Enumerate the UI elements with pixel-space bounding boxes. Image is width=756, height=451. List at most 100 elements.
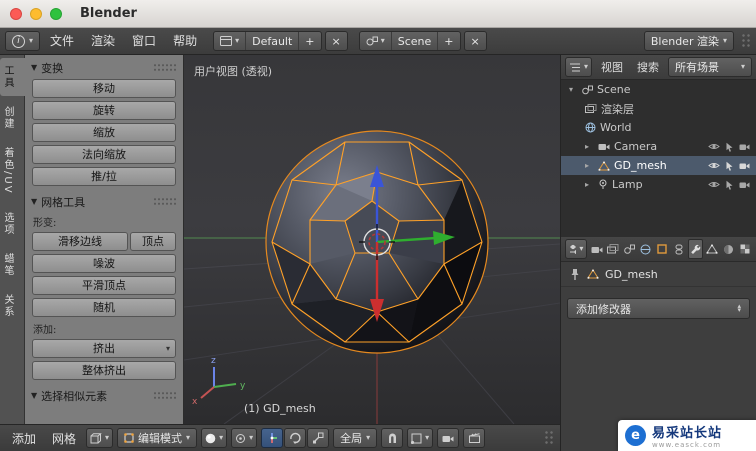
outliner-editor-type-button[interactable]: ▾ (565, 57, 593, 77)
scale-button[interactable]: 缩放 (32, 123, 176, 142)
tree-closed-icon[interactable]: ▸ (585, 161, 594, 170)
tab-material[interactable] (721, 239, 735, 259)
tree-open-icon[interactable]: ▾ (569, 85, 578, 94)
menu-window[interactable]: 窗口 (125, 32, 163, 51)
scene-add-button[interactable]: + (437, 32, 459, 50)
cursor-select-icon[interactable] (725, 142, 734, 152)
tab-grease-pencil[interactable]: 蜡笔 (0, 246, 25, 284)
header-corner-grip[interactable] (544, 430, 554, 446)
render-restrict-icon[interactable] (739, 143, 750, 151)
tab-scene[interactable] (622, 239, 636, 259)
noise-button[interactable]: 噪波 (32, 254, 176, 273)
manipulator-toggle-group (261, 428, 330, 448)
chevron-down-icon: ▾ (366, 433, 371, 442)
outliner-item-label: GD_mesh (614, 159, 667, 172)
viewport-editor-type-button[interactable]: ▾ (86, 428, 114, 448)
tab-tools[interactable]: 工具 (0, 58, 25, 96)
scene-browse-button[interactable]: ▾ (360, 32, 391, 50)
tab-object[interactable] (655, 239, 669, 259)
close-window-button[interactable] (10, 7, 22, 20)
render-restrict-icon[interactable] (739, 181, 750, 189)
3d-viewport[interactable]: z y x 用户视图 (透视) (1) GD_mesh (184, 55, 560, 424)
cursor-select-icon[interactable] (725, 161, 734, 171)
render-engine-dropdown[interactable]: Blender 渲染 ▾ (643, 31, 734, 51)
menu-render[interactable]: 渲染 (84, 32, 122, 51)
pin-icon[interactable] (568, 268, 581, 281)
tab-texture[interactable] (738, 239, 752, 259)
outliner-row-gd-mesh[interactable]: ▸ GD_mesh (561, 156, 756, 175)
scene-name[interactable]: Scene (390, 32, 438, 50)
panel-drag-grip[interactable] (153, 63, 177, 72)
screen-layout-name[interactable]: Default (245, 32, 298, 50)
outliner-view-menu[interactable]: 视图 (596, 59, 628, 75)
mesh-menu[interactable]: 网格 (46, 430, 82, 447)
extrude-individual-button[interactable]: 整体挤出 (32, 361, 176, 380)
shrink-fatten-button[interactable]: 法向缩放 (32, 145, 176, 164)
tab-render[interactable] (589, 239, 603, 259)
properties-editor-type-button[interactable]: ▾ (565, 239, 588, 259)
tab-options[interactable]: 选项 (0, 205, 25, 243)
panel-drag-grip[interactable] (153, 391, 177, 400)
breadcrumb-object-name[interactable]: GD_mesh (605, 268, 658, 281)
manipulator-scale-button[interactable] (307, 428, 330, 448)
manipulator-translate-button[interactable] (261, 428, 284, 448)
minimize-window-button[interactable] (30, 7, 42, 20)
scene-delete-button[interactable]: × (463, 31, 487, 51)
eye-icon[interactable] (708, 142, 720, 151)
translate-button[interactable]: 移动 (32, 79, 176, 98)
add-menu[interactable]: 添加 (6, 430, 42, 447)
snap-toggle-button[interactable] (381, 428, 404, 448)
add-modifier-dropdown[interactable]: 添加修改器 ▴ ▾ (567, 298, 750, 319)
tree-closed-icon[interactable]: ▸ (585, 180, 594, 189)
select-similar-panel-header[interactable]: ▼ 选择相似元素 (31, 387, 177, 404)
eye-icon[interactable] (708, 180, 720, 189)
tab-render-layers[interactable] (606, 239, 620, 259)
outliner-row-lamp[interactable]: ▸ Lamp (561, 175, 756, 194)
tab-constraints[interactable] (672, 239, 686, 259)
transform-orientation-dropdown[interactable]: 全局 ▾ (333, 428, 378, 448)
push-pull-button[interactable]: 推/拉 (32, 167, 176, 186)
outliner-search-menu[interactable]: 搜索 (632, 59, 664, 75)
tab-modifiers[interactable] (687, 239, 703, 259)
outliner-row-world[interactable]: World (561, 118, 756, 137)
menu-file[interactable]: 文件 (43, 32, 81, 51)
screen-layout-delete-button[interactable]: × (324, 31, 348, 51)
render-restrict-icon[interactable] (739, 162, 750, 170)
manipulator-rotate-button[interactable] (284, 428, 307, 448)
info-editor-type-button[interactable]: i ▾ (5, 31, 41, 51)
viewport-canvas[interactable]: z y x (184, 55, 560, 424)
tab-object-data[interactable] (705, 239, 719, 259)
vertex-slide-button[interactable]: 顶点 (130, 232, 176, 251)
randomize-button[interactable]: 随机 (32, 298, 176, 317)
screen-layout-add-button[interactable]: + (298, 32, 320, 50)
viewport-shading-dropdown[interactable]: ▾ (201, 428, 228, 448)
outliner-row-scene[interactable]: ▾ Scene (561, 80, 756, 99)
mesh-tools-panel-header[interactable]: ▼ 网格工具 (31, 193, 177, 210)
menu-help[interactable]: 帮助 (166, 32, 204, 51)
edge-slide-button[interactable]: 滑移边线 (32, 232, 128, 251)
outliner-row-renderlayers[interactable]: 渲染层 (561, 99, 756, 118)
outliner-scope-dropdown[interactable]: 所有场景 ▾ (668, 57, 752, 77)
rotate-button[interactable]: 旋转 (32, 101, 176, 120)
snap-element-dropdown[interactable]: ▾ (407, 428, 434, 448)
transform-panel-header[interactable]: ▼ 变换 (31, 59, 177, 76)
pivot-point-dropdown[interactable]: ▾ (231, 428, 258, 448)
eye-icon[interactable] (708, 161, 720, 170)
opengl-render-button[interactable] (437, 428, 460, 448)
mode-dropdown[interactable]: 编辑模式 ▾ (117, 428, 198, 448)
cursor-select-icon[interactable] (725, 180, 734, 190)
tab-create[interactable]: 创建 (0, 99, 25, 137)
outliner-row-camera[interactable]: ▸ Camera (561, 137, 756, 156)
screen-layout-browse-button[interactable]: ▾ (214, 32, 245, 50)
opengl-render-anim-button[interactable] (463, 428, 486, 448)
extrude-button[interactable]: 挤出 ▾ (32, 339, 176, 358)
tab-world[interactable] (639, 239, 653, 259)
tab-relations[interactable]: 关系 (0, 287, 25, 325)
tab-shading-uv[interactable]: 着色/UV (0, 140, 25, 202)
tree-closed-icon[interactable]: ▸ (585, 142, 594, 151)
snap-increment-icon (411, 433, 422, 444)
menubar-corner-grip[interactable] (741, 33, 751, 49)
zoom-window-button[interactable] (50, 7, 62, 20)
panel-drag-grip[interactable] (153, 197, 177, 206)
smooth-vertex-button[interactable]: 平滑顶点 (32, 276, 176, 295)
